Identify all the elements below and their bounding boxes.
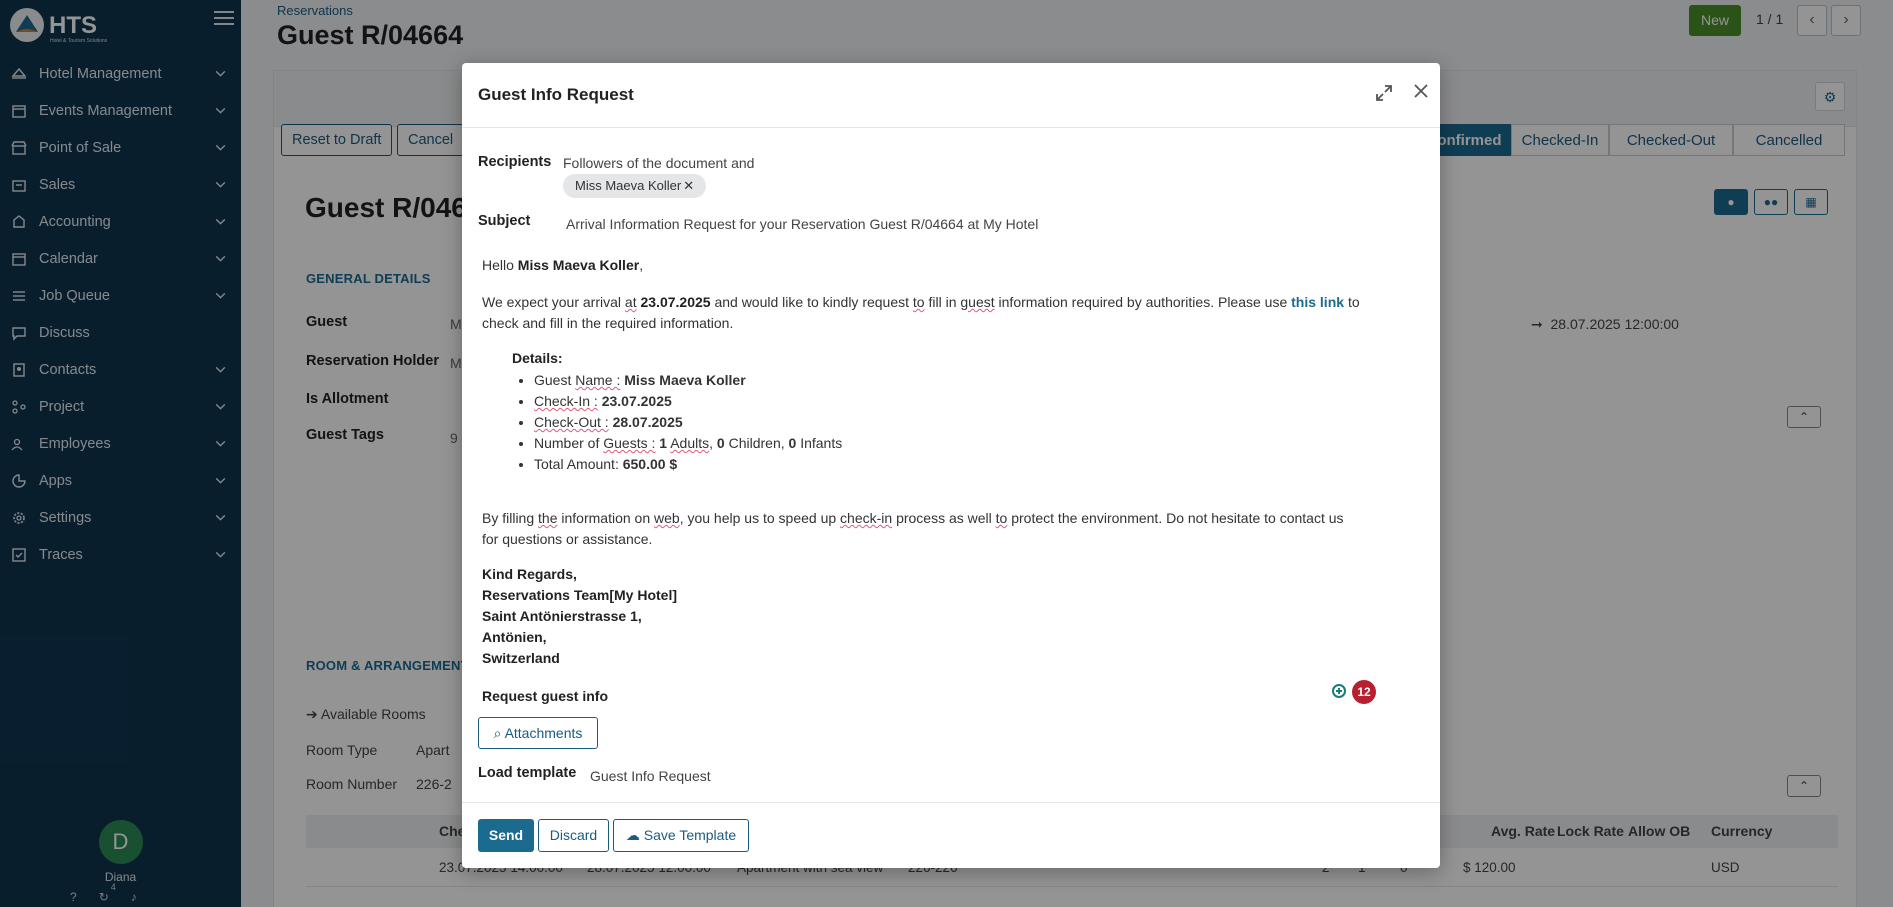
- grammar-badge[interactable]: 12: [1330, 680, 1376, 704]
- signature-line: Switzerland: [482, 650, 560, 666]
- dialog-header: Guest Info Request: [462, 63, 1440, 128]
- text: to: [912, 294, 925, 310]
- signature-line: Reservations Team[My Hotel]: [482, 587, 678, 603]
- detail-total: 650.00 $: [622, 456, 678, 472]
- attachments-label: Attachments: [504, 725, 583, 741]
- load-template-select[interactable]: Guest Info Request: [590, 768, 711, 784]
- text: to: [1347, 294, 1360, 310]
- text: Total Amount:: [534, 456, 619, 472]
- cloud-upload-icon: ☁: [625, 827, 640, 843]
- dialog-title: Guest Info Request: [478, 85, 634, 104]
- details-list: Guest Name : Miss Maeva Koller Check-In …: [514, 370, 842, 475]
- text: for questions or assistance.: [482, 531, 653, 547]
- text: information on: [561, 510, 651, 526]
- text: , you help us to speed up: [679, 510, 837, 526]
- grammar-icon: [1332, 684, 1346, 698]
- text: information required by authorities. Ple…: [998, 294, 1288, 310]
- email-body-greeting[interactable]: Hello Miss Maeva Koller,: [482, 255, 1382, 276]
- greeting-name: Miss Maeva Koller: [517, 257, 640, 273]
- attachments-button[interactable]: ⌕ Attachments: [478, 717, 598, 749]
- details-heading: Details:: [512, 350, 563, 366]
- save-template-label: Save Template: [643, 827, 737, 843]
- recipient-tag-label: Miss Maeva Koller: [575, 178, 682, 193]
- issue-count-badge: 12: [1352, 680, 1376, 704]
- signature-line: Saint Antönierstrasse 1,: [482, 608, 642, 624]
- text: web: [654, 510, 680, 526]
- text: the: [538, 510, 558, 526]
- list-item: Number of Guests : 1 Adults, 0 Children,…: [534, 433, 842, 454]
- text: check-in: [840, 510, 893, 526]
- remove-tag-icon[interactable]: ✕: [683, 178, 694, 193]
- text: Children,: [728, 435, 785, 451]
- paperclip-icon: ⌕: [493, 725, 502, 741]
- guest-info-request-dialog: Guest Info Request Recipients Followers …: [462, 63, 1440, 868]
- recipients-text: Followers of the document and: [563, 155, 755, 171]
- list-item: Check-Out : 28.07.2025: [534, 412, 842, 433]
- email-body-paragraph-2[interactable]: By filling the information on web, you h…: [482, 508, 1382, 550]
- arrival-date: 23.07.2025: [640, 294, 711, 310]
- request-guest-info-text[interactable]: Request guest info: [482, 686, 1382, 707]
- detail-guest-name: Miss Maeva Koller: [624, 372, 746, 388]
- send-button[interactable]: Send: [478, 819, 534, 852]
- text: Adults: [670, 435, 710, 451]
- text: Infants: [800, 435, 843, 451]
- detail-checkin: 23.07.2025: [601, 393, 672, 409]
- save-template-button[interactable]: ☁ Save Template: [613, 819, 749, 852]
- text: Check-Out :: [534, 414, 609, 430]
- list-item: Check-In : 23.07.2025: [534, 391, 842, 412]
- recipients-label: Recipients: [478, 154, 552, 170]
- detail-adults: 1: [659, 435, 668, 451]
- text: By filling: [482, 510, 535, 526]
- text: fill in: [928, 294, 957, 310]
- signature-line: Antönien,: [482, 629, 547, 645]
- detail-infants: 0: [788, 435, 797, 451]
- text: Number of: [534, 435, 600, 451]
- text: Check-In :: [534, 393, 598, 409]
- load-template-label: Load template: [478, 765, 577, 781]
- greeting-suffix: ,: [639, 257, 644, 273]
- text: guest: [960, 294, 995, 310]
- text: Name :: [575, 372, 621, 388]
- text: and would like to kindly request: [714, 294, 910, 310]
- detail-children: 0: [716, 435, 725, 451]
- list-item: Total Amount: 650.00 $: [534, 454, 842, 475]
- text: Guest: [534, 372, 572, 388]
- close-icon[interactable]: [1410, 82, 1432, 104]
- email-signature[interactable]: Kind Regards, Reservations Team[My Hotel…: [482, 564, 677, 669]
- text: We expect your arrival: [482, 294, 622, 310]
- recipient-tag[interactable]: Miss Maeva Koller ✕: [563, 174, 707, 198]
- expand-icon[interactable]: [1374, 83, 1396, 105]
- text: at: [624, 294, 637, 310]
- guest-info-link[interactable]: this link: [1291, 294, 1344, 310]
- subject-label: Subject: [478, 213, 531, 229]
- discard-button[interactable]: Discard: [538, 819, 609, 852]
- list-item: Guest Name : Miss Maeva Koller: [534, 370, 842, 391]
- text: process as well: [896, 510, 992, 526]
- text: check and fill in the required informati…: [482, 315, 734, 331]
- subject-input[interactable]: Arrival Information Request for your Res…: [566, 216, 1038, 232]
- text: to: [995, 510, 1008, 526]
- detail-checkout: 28.07.2025: [612, 414, 683, 430]
- text: protect the environment. Do not hesitate…: [1011, 510, 1344, 526]
- signature-line: Kind Regards,: [482, 566, 577, 582]
- greeting-prefix: Hello: [482, 257, 514, 273]
- email-body-paragraph-1[interactable]: We expect your arrival at 23.07.2025 and…: [482, 292, 1382, 334]
- text: Guests :: [603, 435, 656, 451]
